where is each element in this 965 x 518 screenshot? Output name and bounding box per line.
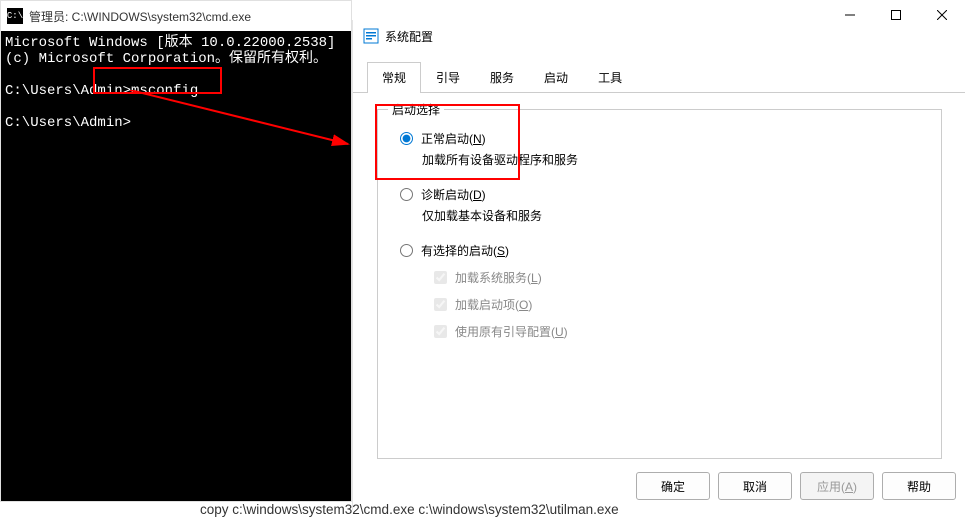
tab-boot[interactable]: 引导 (421, 62, 475, 92)
radio-selective-startup[interactable]: 有选择的启动(S) (400, 242, 925, 259)
check-services-label: 加载系统服务(L) (455, 269, 542, 286)
apply-button[interactable]: 应用(A) (800, 472, 874, 500)
radio-normal-input[interactable] (400, 132, 413, 145)
radio-selective-input[interactable] (400, 244, 413, 257)
tab-general[interactable]: 常规 (367, 62, 421, 92)
cmd-prompt-1-cmd: msconfig (131, 83, 198, 99)
tab-startup[interactable]: 启动 (529, 62, 583, 92)
radio-normal-startup[interactable]: 正常启动(N) (400, 130, 925, 147)
tab-services[interactable]: 服务 (475, 62, 529, 92)
radio-diag-desc: 仅加载基本设备和服务 (422, 207, 925, 224)
cmd-title: 管理员: C:\WINDOWS\system32\cmd.exe (29, 8, 251, 25)
bottom-snippet: copy c:\windows\system32\cmd.exe c:\wind… (200, 502, 619, 517)
check-load-services: 加载系统服务(L) (434, 269, 925, 286)
system-config-dialog: 系统配置 常规 引导 服务 启动 工具 启动选择 正常启动(N) 加载所有设备驱… (352, 20, 965, 510)
cmd-body[interactable]: Microsoft Windows [版本 10.0.22000.2538] (… (1, 31, 351, 501)
cmd-line-1: Microsoft Windows [版本 10.0.22000.2538] (5, 35, 335, 51)
sysconfig-tabs: 常规 引导 服务 启动 工具 (353, 52, 965, 93)
sysconfig-content: 启动选择 正常启动(N) 加载所有设备驱动程序和服务 诊断启动(D) 仅加载基本… (353, 93, 965, 475)
radio-selective-label: 有选择的启动(S) (421, 242, 509, 259)
cmd-prompt-2: C:\Users\Admin> (5, 115, 131, 131)
check-startup-label: 加载启动项(O) (455, 296, 532, 313)
sysconfig-title: 系统配置 (385, 28, 433, 45)
cmd-titlebar[interactable]: C:\ 管理员: C:\WINDOWS\system32\cmd.exe (1, 1, 351, 31)
sysconfig-titlebar[interactable]: 系统配置 (353, 20, 965, 52)
cmd-window: C:\ 管理员: C:\WINDOWS\system32\cmd.exe Mic… (0, 0, 352, 502)
group-title: 启动选择 (388, 101, 444, 118)
cmd-prompt-1-path: C:\Users\Admin> (5, 83, 131, 99)
check-original-boot: 使用原有引导配置(U) (434, 323, 925, 340)
startup-selection-group: 启动选择 正常启动(N) 加载所有设备驱动程序和服务 诊断启动(D) 仅加载基本… (377, 109, 942, 459)
check-startup-input (434, 298, 447, 311)
cancel-button[interactable]: 取消 (718, 472, 792, 500)
tab-tools[interactable]: 工具 (583, 62, 637, 92)
radio-diagnostic-startup[interactable]: 诊断启动(D) (400, 186, 925, 203)
help-button[interactable]: 帮助 (882, 472, 956, 500)
ok-button[interactable]: 确定 (636, 472, 710, 500)
cmd-line-2: (c) Microsoft Corporation。保留所有权利。 (5, 51, 327, 67)
check-services-input (434, 271, 447, 284)
radio-diag-label: 诊断启动(D) (421, 186, 486, 203)
check-original-label: 使用原有引导配置(U) (455, 323, 568, 340)
sysconfig-icon (363, 28, 379, 44)
check-load-startup: 加载启动项(O) (434, 296, 925, 313)
check-original-input (434, 325, 447, 338)
cmd-icon: C:\ (7, 8, 23, 24)
dialog-buttons: 确定 取消 应用(A) 帮助 (636, 472, 956, 500)
radio-diag-input[interactable] (400, 188, 413, 201)
radio-normal-label: 正常启动(N) (421, 130, 486, 147)
radio-normal-desc: 加载所有设备驱动程序和服务 (422, 151, 925, 168)
